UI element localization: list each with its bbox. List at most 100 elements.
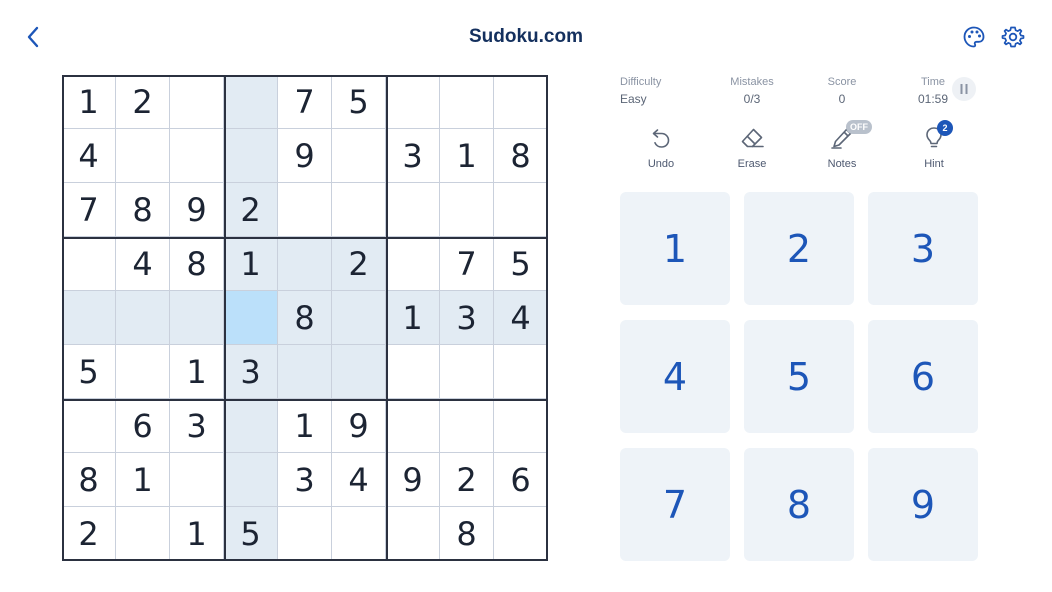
sudoku-cell[interactable]: 9 [332,399,386,453]
sudoku-cell[interactable]: 1 [386,291,440,345]
sudoku-cell[interactable] [116,129,170,183]
sudoku-cell[interactable] [386,75,440,129]
sudoku-cell[interactable] [278,183,332,237]
sudoku-cell[interactable]: 3 [224,345,278,399]
theme-button[interactable] [961,24,987,50]
sudoku-cell[interactable] [170,75,224,129]
sudoku-cell[interactable]: 8 [62,453,116,507]
sudoku-cell[interactable] [332,291,386,345]
sudoku-cell[interactable] [386,183,440,237]
undo-button[interactable]: Undo [629,124,693,170]
sudoku-cell[interactable] [170,453,224,507]
sudoku-cell[interactable]: 2 [62,507,116,561]
sudoku-cell[interactable]: 6 [494,453,548,507]
sudoku-cell[interactable]: 8 [440,507,494,561]
sudoku-cell[interactable] [278,345,332,399]
sudoku-cell[interactable]: 1 [170,345,224,399]
difficulty-value: Easy [620,92,647,106]
sudoku-cell[interactable]: 9 [386,453,440,507]
sudoku-cell[interactable]: 9 [170,183,224,237]
sudoku-cell[interactable]: 4 [62,129,116,183]
number-key-5[interactable]: 5 [744,320,854,433]
sudoku-cell[interactable]: 1 [116,453,170,507]
sudoku-cell[interactable]: 2 [116,75,170,129]
sudoku-cell[interactable] [386,237,440,291]
app-title: Sudoku.com [468,26,583,47]
sudoku-cell[interactable]: 2 [332,237,386,291]
sudoku-cell[interactable] [386,399,440,453]
sudoku-cell[interactable] [62,237,116,291]
sudoku-cell[interactable]: 8 [170,237,224,291]
erase-button[interactable]: Erase [720,124,784,170]
sudoku-cell[interactable]: 1 [62,75,116,129]
hint-button[interactable]: 2 Hint [902,120,966,170]
sudoku-cell[interactable] [494,507,548,561]
sudoku-cell[interactable] [440,399,494,453]
sudoku-cell[interactable] [332,507,386,561]
sudoku-cell[interactable]: 3 [440,291,494,345]
sudoku-cell[interactable]: 2 [224,183,278,237]
sudoku-cell[interactable] [278,507,332,561]
sudoku-cell[interactable]: 7 [278,75,332,129]
sudoku-cell[interactable]: 8 [494,129,548,183]
sudoku-cell[interactable] [440,345,494,399]
number-key-7[interactable]: 7 [620,448,730,561]
sudoku-cell[interactable] [332,129,386,183]
sudoku-cell[interactable] [224,75,278,129]
sudoku-cell[interactable]: 8 [278,291,332,345]
sudoku-cell[interactable]: 1 [278,399,332,453]
number-key-9[interactable]: 9 [868,448,978,561]
number-key-6[interactable]: 6 [868,320,978,433]
sudoku-cell[interactable]: 5 [62,345,116,399]
settings-button[interactable] [1000,24,1026,50]
number-key-1[interactable]: 1 [620,192,730,305]
sudoku-cell[interactable]: 7 [62,183,116,237]
sudoku-cell[interactable] [224,291,278,345]
sudoku-cell[interactable] [494,399,548,453]
sudoku-cell[interactable]: 3 [386,129,440,183]
sudoku-cell[interactable] [332,183,386,237]
sudoku-cell[interactable] [332,345,386,399]
sudoku-cell[interactable]: 4 [332,453,386,507]
sudoku-cell[interactable]: 6 [116,399,170,453]
sudoku-cell[interactable]: 1 [224,237,278,291]
sudoku-cell[interactable]: 5 [224,507,278,561]
pause-button[interactable] [952,77,976,101]
notes-button[interactable]: OFF Notes [810,120,874,170]
sudoku-cell[interactable]: 4 [494,291,548,345]
sudoku-cell[interactable]: 2 [440,453,494,507]
number-key-2[interactable]: 2 [744,192,854,305]
sudoku-cell[interactable]: 7 [440,237,494,291]
sudoku-cell[interactable] [494,75,548,129]
sudoku-cell[interactable]: 3 [170,399,224,453]
sudoku-cell[interactable] [116,291,170,345]
sudoku-cell[interactable] [116,507,170,561]
sudoku-cell[interactable]: 1 [440,129,494,183]
sudoku-cell[interactable]: 5 [332,75,386,129]
sudoku-cell[interactable] [224,399,278,453]
sudoku-cell[interactable] [278,237,332,291]
sudoku-cell[interactable]: 3 [278,453,332,507]
sudoku-cell[interactable] [170,291,224,345]
sudoku-cell[interactable] [386,345,440,399]
sudoku-cell[interactable] [386,507,440,561]
sudoku-cell[interactable] [440,183,494,237]
undo-icon [652,129,670,148]
number-key-4[interactable]: 4 [620,320,730,433]
sudoku-cell[interactable] [116,345,170,399]
sudoku-cell[interactable]: 1 [170,507,224,561]
sudoku-cell[interactable]: 9 [278,129,332,183]
sudoku-cell[interactable] [440,75,494,129]
sudoku-cell[interactable] [62,291,116,345]
number-key-3[interactable]: 3 [868,192,978,305]
sudoku-cell[interactable]: 8 [116,183,170,237]
sudoku-cell[interactable] [494,183,548,237]
sudoku-cell[interactable] [224,129,278,183]
sudoku-cell[interactable] [170,129,224,183]
sudoku-cell[interactable] [62,399,116,453]
sudoku-cell[interactable] [494,345,548,399]
sudoku-cell[interactable]: 5 [494,237,548,291]
number-key-8[interactable]: 8 [744,448,854,561]
sudoku-cell[interactable] [224,453,278,507]
sudoku-cell[interactable]: 4 [116,237,170,291]
